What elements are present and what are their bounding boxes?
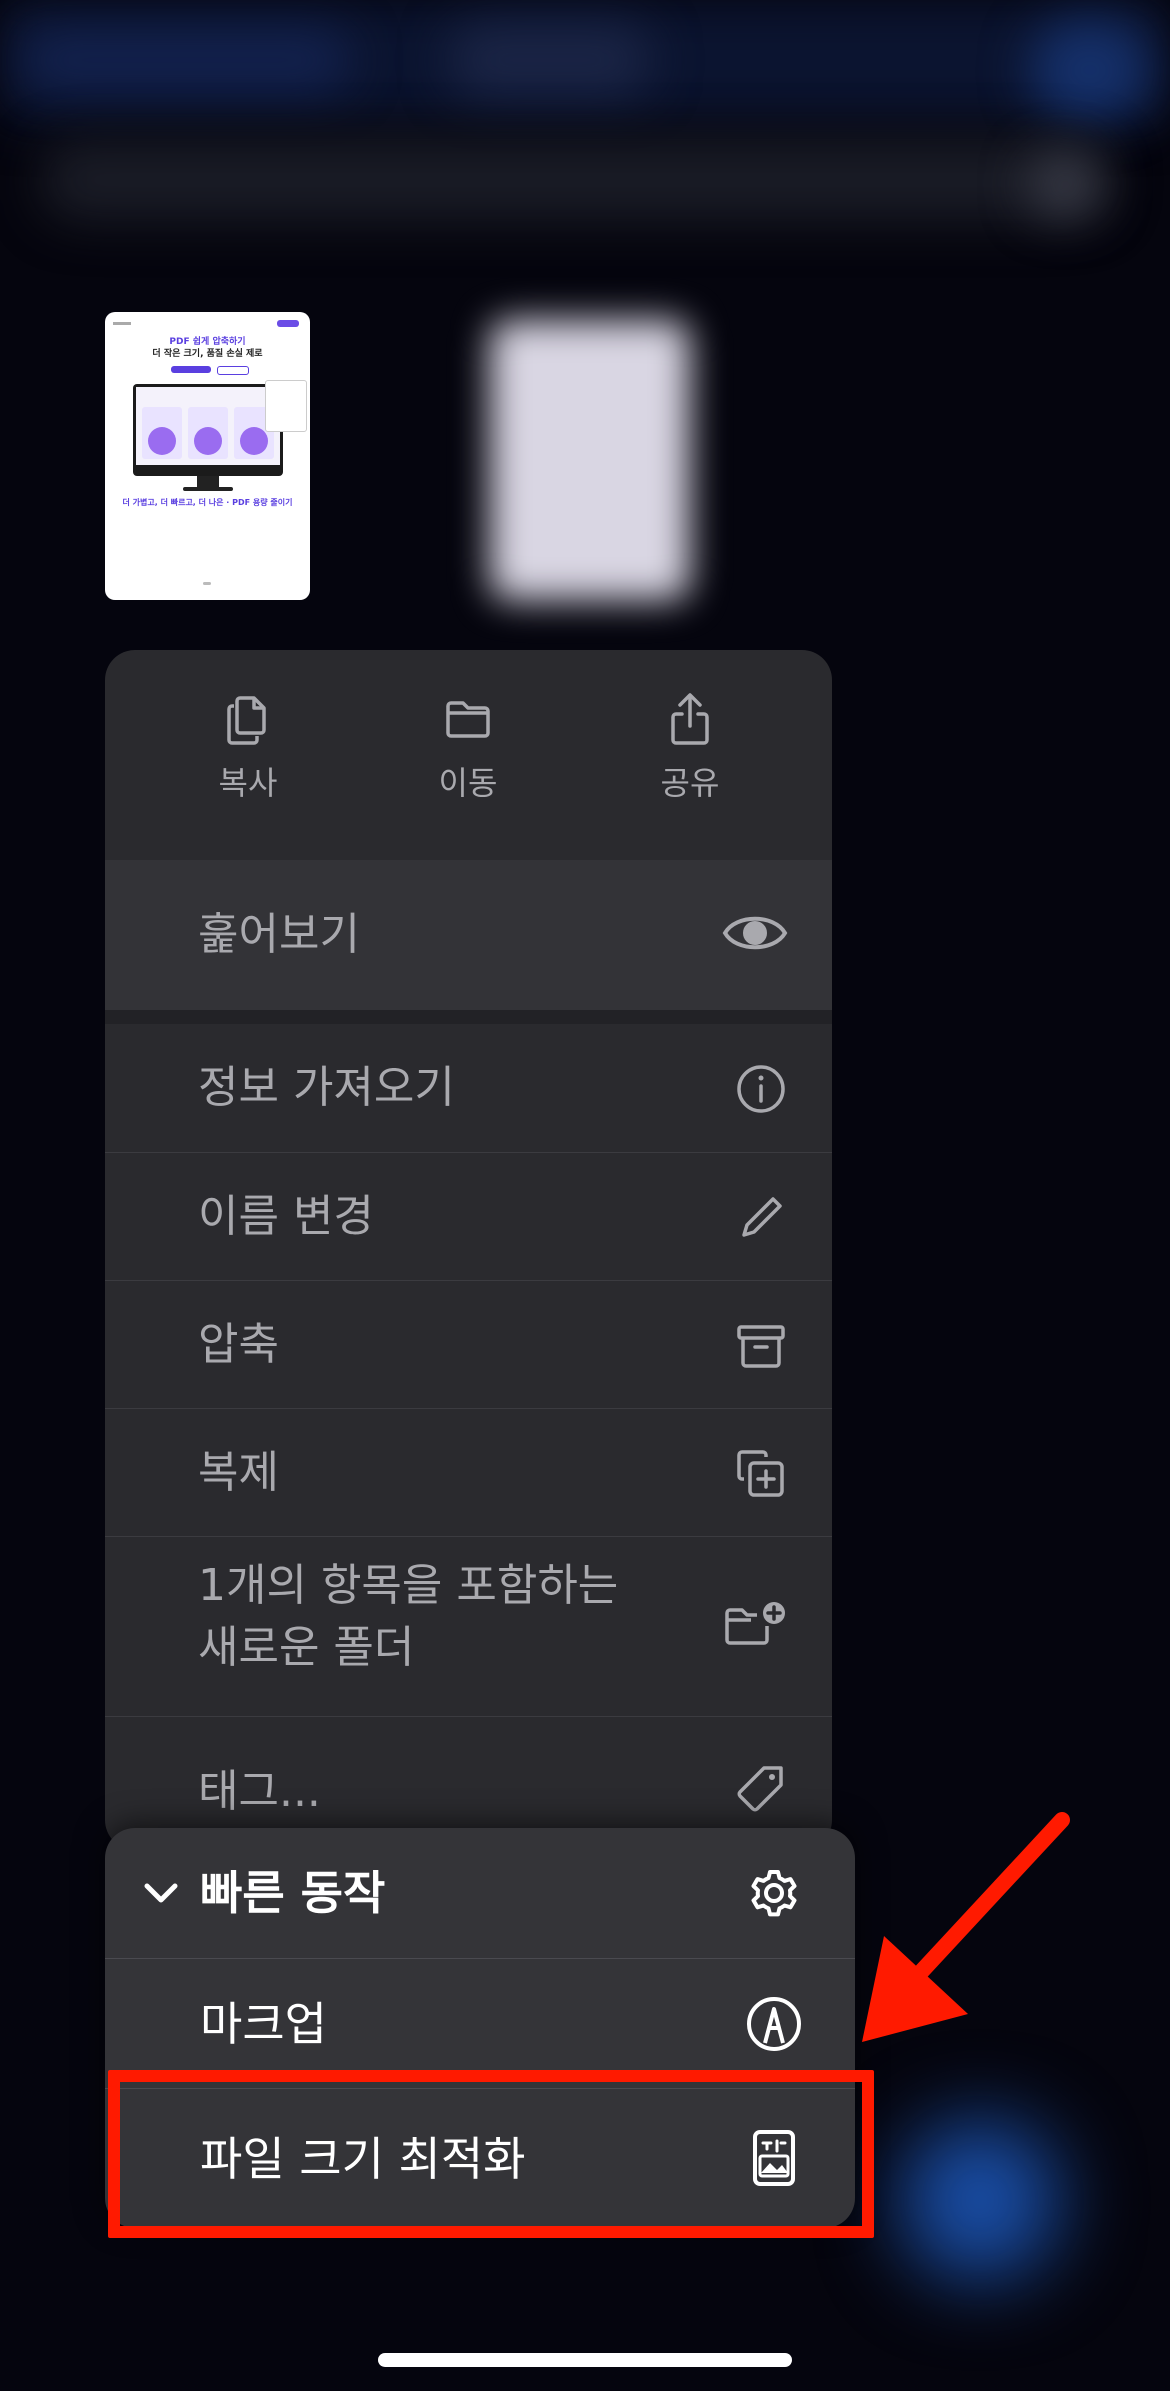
copy-icon (227, 696, 266, 745)
context-menu: 복사 이동 공유 훑어보기 정보 가져오기 이름 변경 압축 복제 1개의 항목… (105, 650, 832, 1850)
menu-item-duplicate[interactable]: 복제 (105, 1408, 832, 1537)
menu-item-label: 정보 가져오기 (198, 1062, 455, 1113)
new-folder-label-line2: 새로운 폴더 (198, 1622, 415, 1673)
new-folder-label-line1: 1개의 항목을 포함하는 (198, 1560, 619, 1611)
highlight-box (108, 2070, 874, 2238)
archive-icon (737, 1325, 785, 1368)
home-indicator[interactable] (378, 2353, 792, 2367)
menu-item-label: 이름 변경 (198, 1191, 374, 1242)
background-blob (900, 2120, 1060, 2280)
thumbnail-card (142, 407, 182, 459)
tag-icon (737, 1766, 783, 1812)
folder-icon (446, 701, 490, 738)
thumbnail-page-dot (203, 582, 211, 585)
menu-item-label: 훑어보기 (198, 909, 360, 960)
file-thumbnail[interactable]: PDF 쉽게 압축하기 더 작은 크기, 품질 손실 제로 더 가볍고, 더 빠… (105, 312, 310, 600)
background-blob (20, 30, 350, 90)
menu-item-get-info[interactable]: 정보 가져오기 (105, 1010, 832, 1152)
pencil-icon (742, 1197, 782, 1237)
gear-icon[interactable] (745, 1864, 803, 1922)
menu-item-new-folder[interactable]: 1개의 항목을 포함하는 새로운 폴더 (105, 1536, 832, 1717)
menu-item-label: 1개의 항목을 포함하는 새로운 폴더 (198, 1555, 618, 1683)
info-icon (737, 1065, 785, 1113)
menu-item-quick-look[interactable]: 훑어보기 (105, 860, 832, 1010)
thumbnail-nav (113, 320, 303, 328)
quick-action-row: 복사 이동 공유 (105, 650, 832, 860)
markup-icon (747, 1997, 801, 2051)
move-button[interactable]: 이동 (388, 692, 548, 842)
eye-icon (722, 916, 788, 950)
thumbnail-subtitle: 더 작은 크기, 품질 손실 제로 (152, 349, 263, 359)
thumbnail-monitor-base (183, 487, 233, 491)
background-blob (1030, 20, 1150, 120)
move-label: 이동 (438, 764, 498, 802)
thumbnail-caption: 더 가볍고, 더 빠르고, 더 나은 · PDF 용량 줄이기 (122, 498, 293, 507)
background-file-thumbnail (490, 320, 690, 600)
background-blob (450, 25, 650, 95)
folder-add-icon (725, 1602, 785, 1645)
thumbnail-button (217, 366, 249, 375)
share-icon (671, 693, 709, 745)
share-button[interactable]: 공유 (610, 692, 770, 842)
menu-item-label: 복제 (198, 1447, 279, 1498)
chevron-down-icon (144, 1883, 178, 1903)
thumbnail-button (171, 366, 211, 373)
background-blob (1030, 155, 1100, 215)
menu-item-rename[interactable]: 이름 변경 (105, 1152, 832, 1281)
thumbnail-popup (265, 380, 307, 432)
thumbnail-screen (136, 387, 280, 465)
duplicate-icon (737, 1450, 784, 1497)
thumbnail-card (188, 407, 228, 459)
copy-button[interactable]: 복사 (168, 692, 328, 842)
background-search-bar (40, 140, 1110, 220)
menu-item-compress[interactable]: 압축 (105, 1280, 832, 1409)
quick-actions-header[interactable]: 빠른 동작 (105, 1828, 855, 1958)
thumbnail-monitor (133, 384, 283, 476)
copy-label: 복사 (218, 764, 278, 802)
share-label: 공유 (660, 764, 720, 802)
arrow-annotation (862, 1812, 1070, 2042)
quick-actions-title: 빠른 동작 (200, 1866, 386, 1920)
menu-item-label: 압축 (198, 1319, 279, 1370)
